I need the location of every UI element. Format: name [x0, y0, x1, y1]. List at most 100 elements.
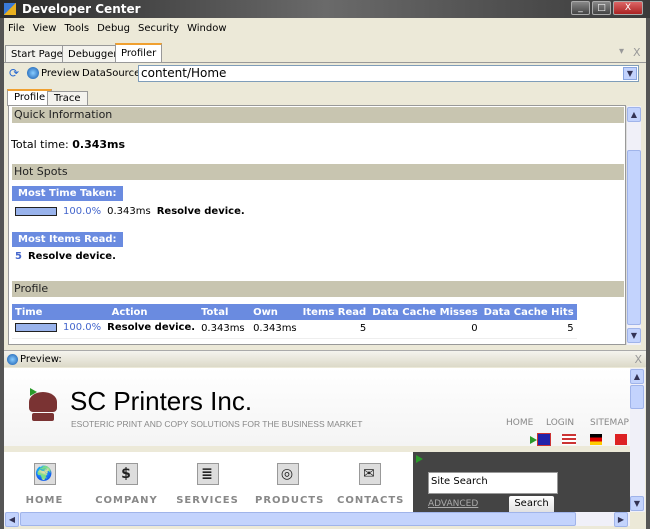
refresh-icon[interactable]: ⟳: [9, 66, 19, 80]
cd-icon: ◎: [276, 463, 299, 485]
scroll-up-icon[interactable]: ▲: [627, 107, 641, 122]
preview-icon: [7, 354, 18, 365]
flag-us-icon[interactable]: [562, 434, 576, 445]
tab-trace[interactable]: Trace: [47, 91, 88, 106]
menu-view[interactable]: View: [29, 23, 57, 34]
preview-hscroll[interactable]: ◀ ▶: [4, 512, 630, 527]
site-link-home[interactable]: HOME: [506, 418, 533, 428]
profile-header: Profile: [12, 281, 624, 297]
document-icon: ≣: [196, 463, 219, 485]
col-total[interactable]: Total: [198, 304, 251, 320]
menu-bar: File View Tools Debug Security Window: [4, 18, 646, 40]
col-time[interactable]: Time: [12, 304, 109, 320]
tab-dropdown-icon[interactable]: ▾: [619, 46, 624, 57]
menu-file[interactable]: File: [4, 23, 25, 34]
site-link-login[interactable]: LOGIN: [546, 418, 574, 428]
tab-close-icon[interactable]: X: [633, 46, 641, 59]
nav-contacts[interactable]: ✉ CONTACTS: [337, 453, 405, 512]
preview-close-icon[interactable]: X: [634, 351, 642, 368]
col-cache-hits[interactable]: Data Cache Hits: [480, 304, 577, 320]
table-row[interactable]: 100.0% Resolve device. 0.343ms 0.343ms 5 …: [12, 320, 577, 339]
divider: [4, 62, 646, 63]
menu-security[interactable]: Security: [134, 23, 179, 34]
time-percent: 100.0%: [63, 206, 102, 217]
tab-profile[interactable]: Profile: [7, 89, 53, 106]
flag-dk-icon[interactable]: [615, 434, 627, 445]
row-total: 0.343ms: [198, 320, 251, 339]
most-items-read-label: Most Items Read:: [12, 232, 123, 247]
time-value: 0.343ms: [107, 206, 151, 217]
row-cache-hits: 5: [480, 320, 577, 339]
time-bar: [15, 207, 57, 216]
nav-products[interactable]: ◎ PRODUCTS: [255, 453, 323, 512]
nav-home-label: HOME: [25, 495, 64, 506]
total-time-value: 0.343ms: [72, 138, 126, 151]
datasource-combobox[interactable]: content/Home ▼: [138, 65, 639, 82]
col-own[interactable]: Own: [250, 304, 300, 320]
chevron-down-icon[interactable]: ▼: [623, 67, 637, 80]
time-cell: 100.0% Resolve device.: [12, 320, 199, 339]
maximize-button[interactable]: □: [592, 1, 611, 15]
nav-contacts-label: CONTACTS: [337, 495, 405, 506]
tab-profiler[interactable]: Profiler: [115, 43, 163, 63]
menu-tools[interactable]: Tools: [60, 23, 89, 34]
most-time-row: 100.0% 0.343ms Resolve device.: [15, 206, 245, 217]
site-search-input[interactable]: Site Search: [428, 472, 558, 494]
scroll-thumb[interactable]: [20, 512, 576, 526]
search-button[interactable]: Search: [509, 496, 554, 512]
nav-services[interactable]: ≣ SERVICES: [175, 453, 240, 512]
flag-de-icon[interactable]: [590, 434, 602, 445]
items-action: Resolve device.: [27, 251, 116, 262]
menu-debug[interactable]: Debug: [93, 23, 130, 34]
scroll-down-icon[interactable]: ▼: [627, 328, 641, 343]
app-icon: [4, 3, 16, 15]
play-marker-icon[interactable]: [530, 436, 537, 444]
row-cache-misses: 0: [369, 320, 481, 339]
nav-products-label: PRODUCTS: [255, 495, 325, 506]
close-button[interactable]: X: [613, 1, 643, 15]
nav-home[interactable]: 🌍 HOME: [12, 453, 77, 512]
most-items-row: 5 Resolve device.: [15, 251, 116, 262]
most-time-taken-label: Most Time Taken:: [12, 186, 123, 201]
scroll-up-icon[interactable]: ▲: [630, 369, 644, 384]
row-items-read: 5: [299, 320, 370, 339]
preview-vscroll[interactable]: ▲ ▼: [630, 368, 645, 512]
col-cache-misses[interactable]: Data Cache Misses: [369, 304, 481, 320]
advanced-search-link[interactable]: ADVANCED: [428, 499, 478, 509]
profile-scrollbar[interactable]: ▲ ▼: [626, 106, 641, 345]
scroll-down-icon[interactable]: ▼: [630, 496, 644, 511]
globe-icon: 🌍: [33, 463, 56, 485]
envelope-icon: ✉: [358, 463, 381, 485]
datasource-label: DataSource:: [82, 68, 144, 79]
flag-uk-icon[interactable]: [537, 433, 551, 446]
play-marker-icon[interactable]: [416, 455, 423, 463]
preview-bar: Preview: X: [4, 350, 646, 367]
time-action: Resolve device.: [156, 206, 245, 217]
row-action: Resolve device.: [107, 322, 196, 334]
tab-start-page[interactable]: Start Page: [5, 45, 69, 63]
scroll-thumb[interactable]: [627, 150, 641, 325]
col-action[interactable]: Action: [108, 304, 199, 320]
site-tagline: ESOTERIC PRINT AND COPY SOLUTIONS FOR TH…: [71, 419, 363, 429]
site-link-sitemap[interactable]: SITEMAP: [590, 418, 629, 428]
preview-icon[interactable]: [27, 67, 39, 79]
menu-window[interactable]: Window: [183, 23, 226, 34]
profile-panel: Quick Information Total time: 0.343ms Ho…: [8, 105, 626, 345]
preview-pane: SC Printers Inc. ESOTERIC PRINT AND COPY…: [4, 368, 630, 512]
nav-company[interactable]: $ COMPANY: [94, 453, 159, 512]
title-bar: Developer Center: [0, 0, 650, 18]
search-panel: Site Search ADVANCED Search: [413, 452, 630, 512]
dollar-doc-icon: $: [115, 463, 138, 485]
preview-button[interactable]: Preview: [41, 68, 80, 79]
total-time-label: Total time:: [11, 138, 69, 151]
preview-label: Preview:: [20, 354, 62, 365]
table-header: Time Action Total Own Items Read Data Ca…: [12, 304, 577, 320]
col-items-read[interactable]: Items Read: [299, 304, 370, 320]
nav-company-label: COMPANY: [95, 495, 158, 506]
minimize-button[interactable]: _: [571, 1, 590, 15]
site-title: SC Printers Inc.: [70, 386, 253, 416]
scroll-left-icon[interactable]: ◀: [5, 512, 19, 527]
play-marker-icon[interactable]: [30, 388, 37, 396]
scroll-right-icon[interactable]: ▶: [614, 512, 628, 527]
scroll-thumb[interactable]: [630, 385, 644, 409]
